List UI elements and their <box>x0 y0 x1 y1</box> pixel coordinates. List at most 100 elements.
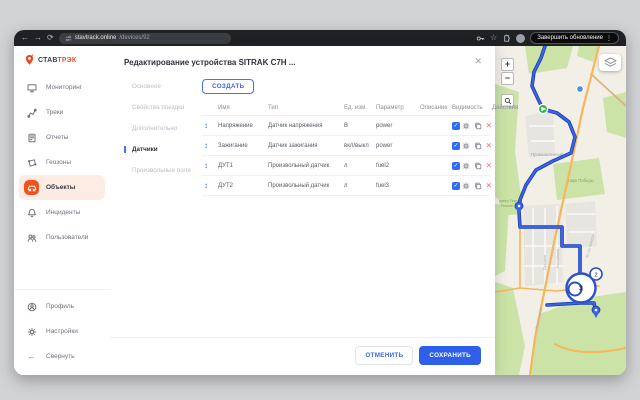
sidebar-collapse[interactable]: ← Свернуть <box>19 344 105 369</box>
sidebar-item-label: Профиль <box>46 303 74 310</box>
label-industrial: Промышленный <box>531 152 563 157</box>
sidebar-item-incidents[interactable]: Инциденты <box>19 200 105 225</box>
sidebar-item-objects[interactable]: Объекты <box>19 175 105 200</box>
cancel-button[interactable]: ОТМЕНИТЬ <box>355 346 413 365</box>
sensor-type: Датчик зажигания <box>266 136 342 156</box>
sensor-unit: л <box>342 156 374 176</box>
kebab-menu-icon[interactable]: ⋮ <box>606 35 612 42</box>
visibility-checkbox[interactable] <box>452 142 460 150</box>
sidebar-item-users[interactable]: Пользователи <box>19 225 105 250</box>
header-description: Описание <box>418 101 450 116</box>
table-row: ↕ ДУТ2 Произвольный датчик л fuel3 <box>202 176 490 196</box>
address-bar[interactable]: stavtrack.online/devices/92 <box>59 33 231 44</box>
tab-additional[interactable]: Дополнительно <box>124 125 194 132</box>
map-canvas[interactable]: Промышленный парк Победы сквер Героев Ро… <box>495 46 626 375</box>
sensor-unit: л <box>342 176 374 196</box>
url-host: stavtrack.online <box>75 35 117 41</box>
delete-icon[interactable]: ✕ <box>486 182 492 190</box>
settings-gear-icon[interactable] <box>462 142 470 150</box>
users-icon <box>24 230 39 245</box>
drag-handle-icon[interactable]: ↕ <box>204 121 208 130</box>
zoom-out-button[interactable]: − <box>501 72 514 85</box>
copy-icon[interactable] <box>474 142 482 150</box>
delete-icon[interactable]: ✕ <box>486 142 492 150</box>
drag-handle-icon[interactable]: ↕ <box>204 141 208 150</box>
sidebar-item-reports[interactable]: Отчеты <box>19 125 105 150</box>
sensor-type: Произвольный датчик <box>266 156 342 176</box>
table-row: ↕ Зажигание Датчик зажигания вкл/выкл po… <box>202 136 490 156</box>
sidebar-item-label: Мониторинг <box>46 84 82 91</box>
save-button[interactable]: СОХРАНИТЬ <box>419 346 481 365</box>
sensor-param: power <box>374 136 418 156</box>
sensor-description <box>418 156 450 176</box>
table-row: ↕ Напряжение Датчик напряжения В power <box>202 116 490 136</box>
search-icon <box>504 97 512 105</box>
header-name: Имя <box>216 101 266 116</box>
reload-icon[interactable]: ⟳ <box>47 34 54 42</box>
monitoring-icon <box>24 80 39 95</box>
sensor-type: Датчик напряжения <box>266 116 342 136</box>
sidebar-item-settings[interactable]: Настройки <box>19 319 105 344</box>
settings-gear-icon[interactable] <box>462 162 470 170</box>
layers-button[interactable] <box>599 54 621 71</box>
settings-gear-icon[interactable] <box>462 182 470 190</box>
copy-icon[interactable] <box>474 182 482 190</box>
sidebar-item-label: Отчеты <box>46 134 68 141</box>
header-type: Тип <box>266 101 342 116</box>
sidebar-item-monitoring[interactable]: Мониторинг <box>19 75 105 100</box>
drag-handle-icon[interactable]: ↕ <box>204 161 208 170</box>
visibility-checkbox[interactable] <box>452 182 460 190</box>
extensions-icon[interactable] <box>502 34 511 43</box>
forward-icon[interactable]: → <box>34 34 42 42</box>
bookmark-star-icon[interactable]: ☆ <box>490 34 497 42</box>
sidebar-item-profile[interactable]: Профиль <box>19 294 105 319</box>
tab-trip-properties[interactable]: Свойства поездки <box>124 104 194 111</box>
label-street-pushkina: Пушкина <box>543 255 547 270</box>
visibility-checkbox[interactable] <box>452 162 460 170</box>
sidebar-item-label: Инциденты <box>46 209 80 216</box>
browser-chrome: ← → ⟳ stavtrack.online/devices/92 ☆ Заве… <box>14 30 626 46</box>
tab-custom-fields[interactable]: Произвольные поля <box>124 167 194 174</box>
layers-icon <box>604 57 617 68</box>
cluster-badge[interactable]: 2 <box>590 268 602 280</box>
sidebar-item-tracks[interactable]: Треки <box>19 100 105 125</box>
delete-icon[interactable]: ✕ <box>486 162 492 170</box>
zoom-in-button[interactable]: + <box>501 58 514 71</box>
map-panel[interactable]: Промышленный парк Победы сквер Героев Ро… <box>495 46 626 375</box>
profile-icon <box>24 299 39 314</box>
profile-avatar[interactable] <box>516 34 525 43</box>
modal-title: Редактирование устройства SITRAK C7H ... <box>124 58 481 67</box>
sensors-table: Имя Тип Ед. изм. Параметр Описание Видим… <box>202 101 490 196</box>
tab-main[interactable]: Основное <box>124 83 194 90</box>
sensor-name: Зажигание <box>216 136 266 156</box>
delete-icon[interactable]: ✕ <box>486 122 492 130</box>
key-icon[interactable] <box>476 34 485 43</box>
sidebar: СТАВТРЭК Мониторинг Треки Отчеты Геозоны… <box>14 46 110 375</box>
sensor-unit: В <box>342 116 374 136</box>
modal-header: Редактирование устройства SITRAK C7H ...… <box>110 46 495 71</box>
back-icon[interactable]: ← <box>21 34 29 42</box>
sensor-description <box>418 136 450 156</box>
sidebar-item-geozones[interactable]: Геозоны <box>19 150 105 175</box>
create-button[interactable]: СОЗДАТЬ <box>202 79 254 94</box>
settings-gear-icon <box>24 324 39 339</box>
logo[interactable]: СТАВТРЭК <box>14 54 110 66</box>
close-icon[interactable]: ✕ <box>474 57 482 66</box>
label-street-rossiyskaya: Российская <box>556 249 560 268</box>
start-marker[interactable] <box>538 104 547 113</box>
copy-icon[interactable] <box>474 122 482 130</box>
incidents-icon <box>24 205 39 220</box>
visibility-checkbox[interactable] <box>452 122 460 130</box>
settings-gear-icon[interactable] <box>462 122 470 130</box>
finish-update-button[interactable]: Завершить обновление ⋮ <box>530 32 619 44</box>
sidebar-bottom: Профиль Настройки ← Свернуть <box>14 289 110 369</box>
sensor-type: Произвольный датчик <box>266 176 342 196</box>
tab-sensors[interactable]: Датчики <box>124 146 194 153</box>
sensor-name: Напряжение <box>216 116 266 136</box>
header-param: Параметр <box>374 101 418 116</box>
table-header-row: Имя Тип Ед. изм. Параметр Описание Видим… <box>202 101 490 116</box>
drag-handle-icon[interactable]: ↕ <box>204 181 208 190</box>
waypoint-marker[interactable] <box>577 86 584 93</box>
copy-icon[interactable] <box>474 162 482 170</box>
sensor-param: fuel3 <box>374 176 418 196</box>
